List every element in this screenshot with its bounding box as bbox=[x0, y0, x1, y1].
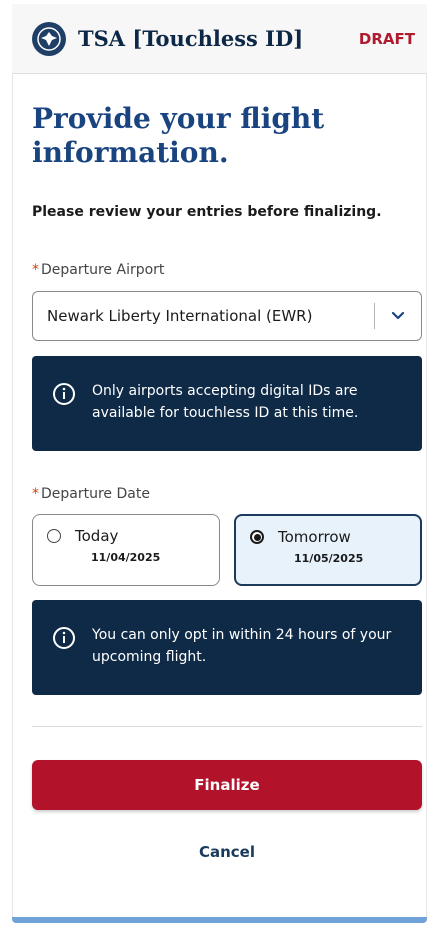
radio-unselected-icon[interactable] bbox=[47, 529, 61, 543]
departure-date-label-text: Departure Date bbox=[41, 486, 150, 502]
departure-airport-select[interactable]: Newark Liberty International (EWR) bbox=[32, 291, 422, 341]
airport-notice: Only airports accepting digital IDs are … bbox=[32, 356, 422, 451]
required-marker: * bbox=[32, 262, 39, 278]
required-marker: * bbox=[32, 486, 39, 502]
review-instruction: Please review your entries before finali… bbox=[32, 204, 382, 220]
date-option-date: 11/05/2025 bbox=[294, 552, 364, 565]
draft-badge: DRAFT bbox=[358, 29, 415, 48]
date-option-date: 11/04/2025 bbox=[91, 551, 161, 564]
date-notice-text: You can only opt in within 24 hours of y… bbox=[92, 627, 392, 665]
date-option-label: Tomorrow bbox=[278, 528, 351, 546]
info-icon bbox=[52, 382, 78, 451]
app-header: TSA [Touchless ID] DRAFT bbox=[12, 4, 427, 74]
date-option-tomorrow[interactable]: Tomorrow 11/05/2025 bbox=[234, 514, 422, 586]
page-title: Provide your flight information. bbox=[32, 102, 325, 169]
section-divider bbox=[32, 726, 422, 727]
bottom-accent-bar bbox=[12, 917, 427, 923]
departure-airport-value: Newark Liberty International (EWR) bbox=[47, 307, 313, 325]
radio-selected-icon[interactable] bbox=[250, 530, 264, 544]
departure-airport-label: * Departure Airport bbox=[32, 262, 164, 278]
departure-date-label: * Departure Date bbox=[32, 486, 150, 502]
date-option-today[interactable]: Today 11/04/2025 bbox=[32, 514, 220, 586]
chevron-down-icon[interactable] bbox=[375, 292, 421, 340]
cancel-button[interactable]: Cancel bbox=[172, 838, 282, 866]
finalize-button[interactable]: Finalize bbox=[32, 760, 422, 810]
departure-airport-label-text: Departure Airport bbox=[41, 262, 165, 278]
airport-notice-text: Only airports accepting digital IDs are … bbox=[92, 383, 359, 421]
date-option-label: Today bbox=[75, 527, 119, 545]
date-notice: You can only opt in within 24 hours of y… bbox=[32, 600, 422, 695]
info-icon bbox=[52, 626, 78, 695]
tsa-seal-icon bbox=[32, 21, 66, 56]
app-title: TSA [Touchless ID] bbox=[78, 26, 304, 51]
